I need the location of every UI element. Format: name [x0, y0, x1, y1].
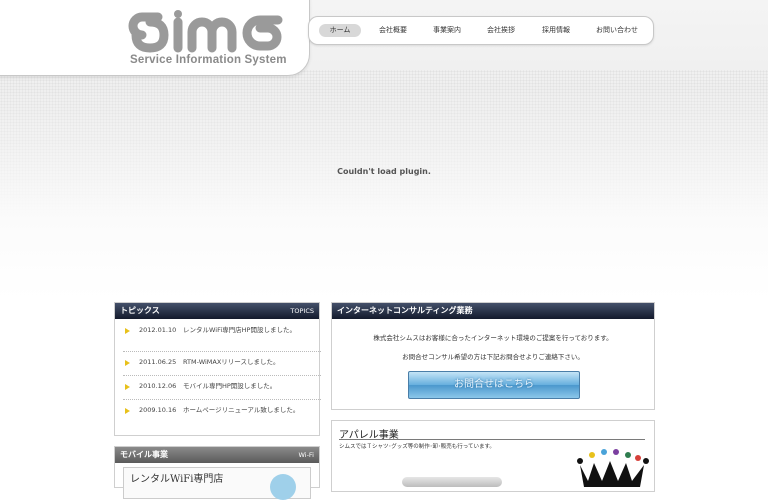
dot-pattern: [0, 70, 768, 220]
mobile-title: モバイル事業: [120, 450, 168, 459]
logo-tagline: Service Information System: [130, 54, 287, 66]
crown-icon: [577, 449, 649, 487]
apparel-description: シムスではＴシャツ･グッズ等の制作･卸･販売も行っています。: [339, 444, 495, 450]
topic-item[interactable]: 2010.12.06 モバイル専門HP開設しました。: [123, 381, 321, 400]
arrow-icon: [125, 360, 130, 366]
nav-home[interactable]: ホーム: [319, 24, 361, 37]
topics-panel: トピックス TOPICS 2012.01.10 レンタルWiFi専門店HP開設し…: [114, 302, 321, 436]
consulting-contact-note: お問合せコンサル希望の方は下記お問合せよりご連絡下さい。: [402, 353, 584, 361]
topic-date: 2012.01.10: [139, 326, 177, 334]
topic-item[interactable]: 2012.01.10 レンタルWiFi専門店HP開設しました。: [123, 325, 321, 352]
arrow-icon: [125, 408, 130, 414]
arrow-icon: [125, 328, 130, 334]
nav-greeting[interactable]: 会社挨拶: [479, 24, 523, 37]
wifi-shop-banner[interactable]: レンタルWiFi専門店: [123, 467, 311, 500]
topic-item[interactable]: 2011.06.25 RTM-WiMAXリリースしました。: [123, 357, 321, 376]
topic-item[interactable]: 2009.10.16 ホームページリニューアル致しました。: [123, 405, 321, 431]
consulting-title: インターネットコンサルティング業務: [337, 306, 473, 315]
nav-recruit[interactable]: 採用情報: [533, 24, 579, 37]
apparel-divider: [339, 439, 645, 440]
wifi-logo-icon: [270, 474, 296, 500]
apparel-panel: アパレル事業 シムスではＴシャツ･グッズ等の制作･卸･販売も行っています。: [331, 420, 655, 492]
mobile-panel: モバイル事業 Wi-Fi レンタルWiFi専門店: [114, 446, 320, 500]
plugin-error-message: Couldn't load plugin.: [337, 167, 431, 176]
banner-text: レンタルWiFi専門店: [130, 474, 224, 485]
topic-date: 2011.06.25: [139, 358, 177, 366]
contact-button[interactable]: お問合せはこちら: [408, 371, 580, 399]
consulting-panel: インターネットコンサルティング業務 株式会社シムスはお客様に合ったインターネット…: [331, 302, 655, 410]
nav-business[interactable]: 事業案内: [425, 24, 469, 37]
topic-date: 2009.10.16: [139, 406, 177, 414]
main-navigation: ホーム 会社概要 事業案内 会社挨拶 採用情報 お問い合わせ: [308, 16, 654, 45]
topics-header: トピックス TOPICS: [115, 303, 319, 319]
topic-text[interactable]: モバイル専門HP開設しました。: [183, 381, 311, 392]
consulting-description: 株式会社シムスはお客様に合ったインターネット環境のご提案を行っております。: [373, 334, 613, 342]
consulting-header: インターネットコンサルティング業務: [332, 303, 654, 319]
topic-date: 2010.12.06: [139, 382, 177, 390]
mobile-header: モバイル事業 Wi-Fi: [115, 447, 319, 463]
nav-contact[interactable]: お問い合わせ: [589, 24, 645, 37]
topics-title-en: TOPICS: [290, 307, 314, 315]
apparel-button[interactable]: [402, 477, 502, 487]
topics-title: トピックス: [120, 306, 160, 315]
topic-text[interactable]: RTM-WiMAXリリースしました。: [183, 357, 311, 368]
topic-text[interactable]: ホームページリニューアル致しました。: [183, 405, 311, 416]
nav-company[interactable]: 会社概要: [371, 24, 415, 37]
topic-text[interactable]: レンタルWiFi専門店HP開設しました。: [183, 325, 311, 336]
arrow-icon: [125, 384, 130, 390]
mobile-title-en: Wi-Fi: [298, 451, 314, 459]
